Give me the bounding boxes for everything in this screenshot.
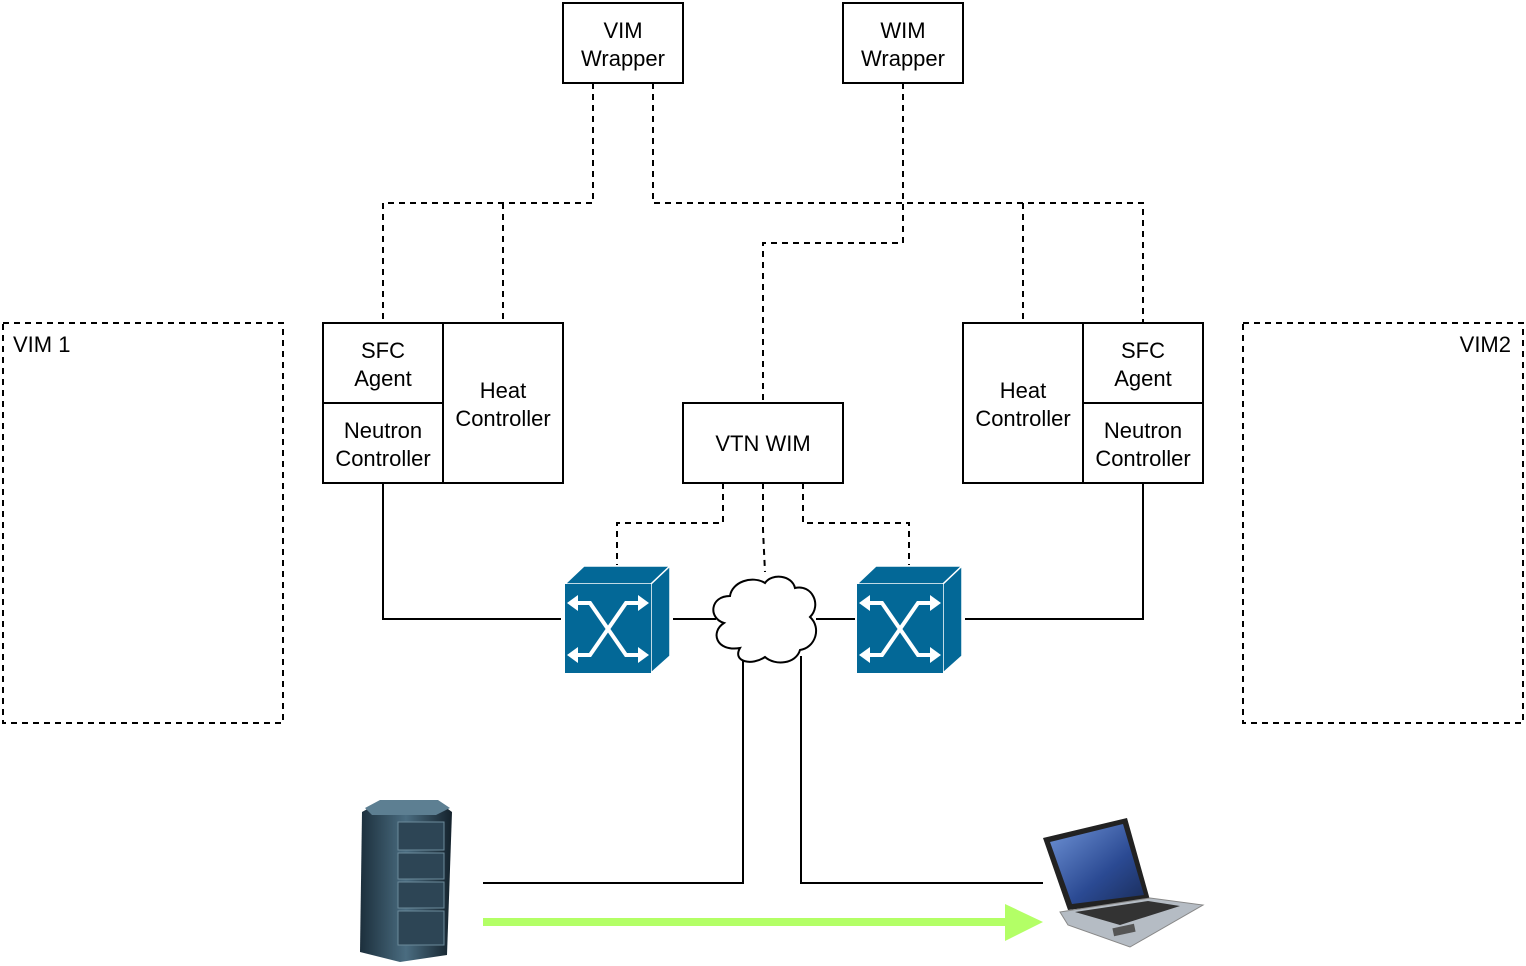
left-sfc-agent-box[interactable]: SFC Agent bbox=[322, 322, 444, 404]
diagram-canvas: VIM 1 VIM2 VIM Wrapper WIM Wrapper SFC A… bbox=[2, 2, 1524, 962]
left-sfc-label-2: Agent bbox=[354, 366, 412, 391]
cloud-icon[interactable] bbox=[712, 575, 818, 664]
wim-wrapper-label-2: Wrapper bbox=[861, 46, 945, 71]
right-sfc-agent-box[interactable]: SFC Agent bbox=[1082, 322, 1204, 404]
right-neutron-label-2: Controller bbox=[1095, 446, 1190, 471]
vim-wrapper-label-2: Wrapper bbox=[581, 46, 665, 71]
right-heat-label-1: Heat bbox=[1000, 378, 1046, 403]
right-sfc-label-2: Agent bbox=[1114, 366, 1172, 391]
left-neutron-label-1: Neutron bbox=[344, 418, 422, 443]
traffic-flow-arrow bbox=[483, 904, 1043, 941]
vim2-label: VIM2 bbox=[1460, 332, 1511, 357]
switch-icon[interactable] bbox=[563, 564, 672, 675]
left-heat-label-2: Controller bbox=[455, 406, 550, 431]
left-heat-controller-box[interactable]: Heat Controller bbox=[442, 322, 564, 484]
right-sfc-label-1: SFC bbox=[1121, 338, 1165, 363]
right-heat-label-2: Controller bbox=[975, 406, 1070, 431]
vtn-wim-box[interactable]: VTN WIM bbox=[682, 402, 844, 484]
wim-wrapper-label-1: WIM bbox=[880, 18, 925, 43]
right-neutron-controller-box[interactable]: Neutron Controller bbox=[1082, 402, 1204, 484]
vim1-label: VIM 1 bbox=[13, 332, 70, 357]
left-neutron-label-2: Controller bbox=[335, 446, 430, 471]
right-heat-controller-box[interactable]: Heat Controller bbox=[962, 322, 1084, 484]
vim-wrapper-box[interactable]: VIM Wrapper bbox=[562, 2, 684, 84]
left-neutron-controller-box[interactable]: Neutron Controller bbox=[322, 402, 444, 484]
vim1-area: VIM 1 bbox=[2, 322, 284, 724]
laptop-icon bbox=[1043, 818, 1205, 948]
switch-icon[interactable] bbox=[855, 564, 964, 675]
vim-wrapper-label-1: VIM bbox=[603, 18, 642, 43]
right-neutron-label-1: Neutron bbox=[1104, 418, 1182, 443]
vim2-area: VIM2 bbox=[1242, 322, 1524, 724]
wim-wrapper-box[interactable]: WIM Wrapper bbox=[842, 2, 964, 84]
server-rack-icon bbox=[360, 800, 452, 962]
left-heat-label-1: Heat bbox=[480, 378, 526, 403]
vtn-wim-label: VTN WIM bbox=[715, 431, 810, 456]
left-sfc-label-1: SFC bbox=[361, 338, 405, 363]
